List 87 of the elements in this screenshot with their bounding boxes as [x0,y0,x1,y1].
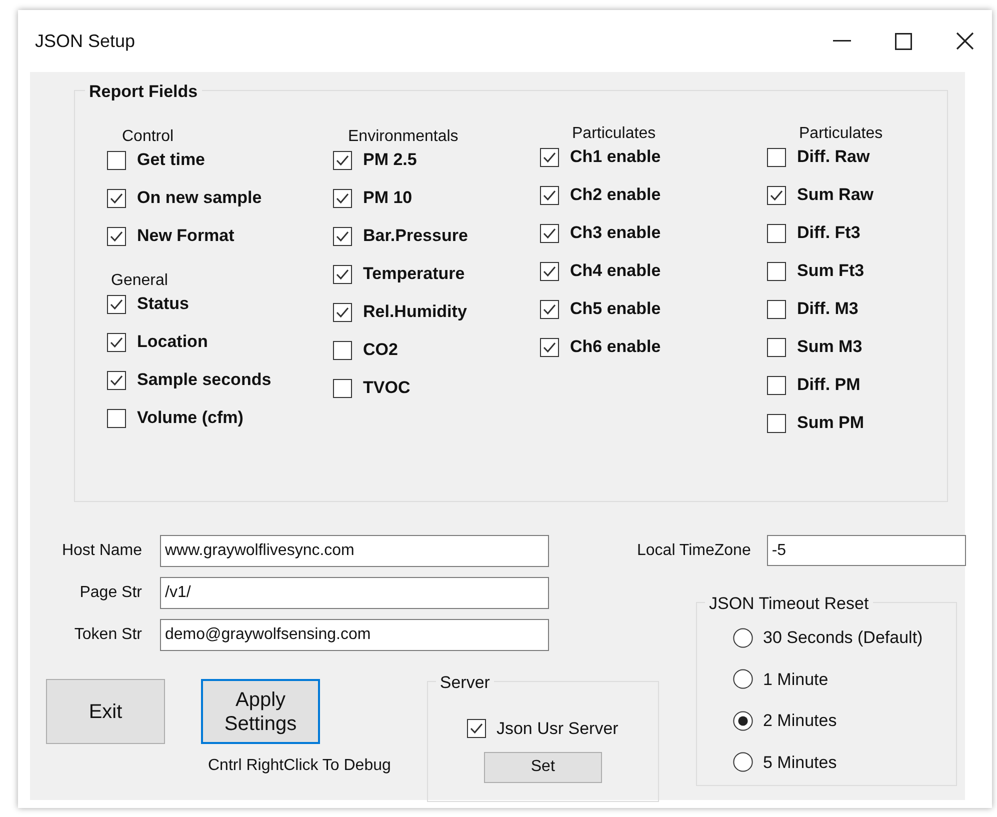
checkbox[interactable] [107,150,126,170]
text-field[interactable]: demo@graywolfsensing.com [160,619,549,651]
checkbox[interactable] [333,226,352,246]
maximize-icon[interactable] [895,32,912,50]
radio-label: 2 Minutes [763,710,837,732]
checkbox[interactable] [107,408,126,428]
text-field[interactable]: /v1/ [160,577,549,609]
checkbox-label: Location [137,331,208,354]
checkbox-label: Ch3 enable [570,222,661,244]
dialog-button[interactable]: Apply Settings [201,679,320,744]
checkbox[interactable] [107,226,126,246]
checkbox-label: CO2 [363,339,398,362]
column-heading: Environmentals [348,127,460,147]
checkbox-label: Diff. Ft3 [797,222,860,244]
checkbox[interactable] [333,302,352,322]
dialog-button[interactable]: Exit [46,679,165,744]
checkbox-label: Bar.Pressure [363,225,468,248]
checkbox[interactable] [767,262,786,280]
checkbox[interactable] [107,332,126,352]
checkbox-label: New Format [137,225,234,248]
checkbox-label: Sum PM [797,412,864,434]
checkbox-label: Diff. Raw [797,146,870,168]
checkbox-label: Ch6 enable [570,336,661,358]
radio-label: 30 Seconds (Default) [763,627,923,649]
checkbox[interactable] [540,148,559,166]
checkbox-label: On new sample [137,187,262,210]
checkbox-label: Ch1 enable [570,146,661,168]
checkbox[interactable] [333,188,352,208]
checkbox-label: PM 10 [363,187,412,210]
checkbox[interactable] [767,414,786,432]
text-field[interactable]: www.graywolflivesync.com [160,535,549,567]
checkbox[interactable] [767,376,786,394]
field-label: Local TimeZone [637,540,751,560]
checkbox-label: Temperature [363,263,465,286]
checkbox[interactable] [767,148,786,166]
field-label: Page Str [78,583,143,603]
window-title: JSON Setup [35,30,136,53]
field-label: Token Str [73,625,143,645]
radio-button[interactable] [733,669,753,690]
checkbox-label: Ch4 enable [570,260,661,282]
checkbox-label: Ch5 enable [570,298,661,320]
checkbox-label: Status [137,293,189,316]
checkbox-label: Sum Ft3 [797,260,864,282]
checkbox-label: Sum Raw [797,184,874,206]
checkbox[interactable] [767,186,786,204]
checkbox-label: Rel.Humidity [363,301,467,324]
text-field[interactable]: -5 [766,535,966,566]
column-heading: Particulates [572,124,657,144]
checkbox-label: Json Usr Server [496,718,618,740]
checkbox[interactable] [333,150,352,170]
checkbox-label: Ch2 enable [570,184,661,206]
checkbox[interactable] [767,224,786,242]
column-heading: General [111,271,169,291]
column-heading: Particulates [799,124,884,144]
radio-button[interactable] [733,752,753,772]
checkbox-label: Get time [137,149,206,172]
radio-label: 1 Minute [763,668,828,690]
checkbox[interactable] [333,378,352,398]
checkbox[interactable] [540,224,559,242]
checkbox[interactable] [767,338,786,356]
set-button[interactable]: Set [484,752,602,782]
checkbox[interactable] [540,300,559,318]
checkbox[interactable] [333,264,352,284]
field-label: Host Name [60,541,143,561]
debug-hint: Cntrl RightClick To Debug [208,756,391,776]
checkbox-label: TVOC [363,377,410,400]
minimize-icon[interactable] [833,40,851,42]
checkbox[interactable] [540,338,559,356]
checkbox[interactable] [107,370,126,390]
radio-label: 5 Minutes [763,752,837,774]
checkbox[interactable] [540,262,559,280]
checkbox-label: Sample seconds [137,369,272,392]
checkbox-label: Diff. M3 [797,298,858,320]
checkbox-label: Volume (cfm) [137,407,244,430]
checkbox-label: Sum M3 [797,336,862,358]
radio-button[interactable] [733,628,753,648]
checkbox-label: Diff. PM [797,374,860,396]
column-heading: Control [122,127,175,147]
checkbox[interactable] [467,719,486,738]
checkbox[interactable] [107,188,126,208]
radio-button[interactable] [733,710,753,731]
checkbox[interactable] [107,294,126,314]
checkbox-label: PM 2.5 [363,149,417,172]
close-icon[interactable] [956,32,974,50]
checkbox[interactable] [767,300,786,318]
checkbox[interactable] [333,340,352,360]
checkbox[interactable] [540,186,559,204]
